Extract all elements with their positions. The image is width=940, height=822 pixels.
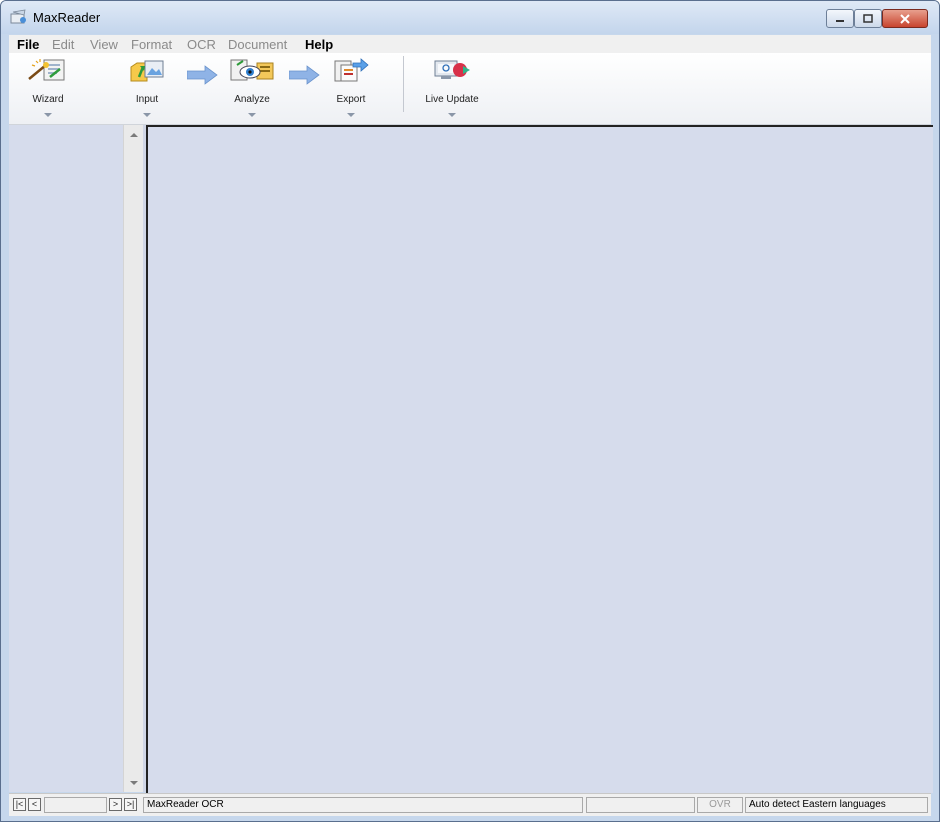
app-window: MaxReader File Edit View Format OCR Docu… xyxy=(0,0,940,822)
wizard-icon xyxy=(28,59,65,81)
title-bar[interactable]: MaxReader xyxy=(1,1,939,34)
last-page-button[interactable]: >| xyxy=(124,798,137,811)
next-page-button[interactable]: > xyxy=(109,798,122,811)
first-page-icon: |< xyxy=(15,799,24,809)
wizard-label: Wizard xyxy=(32,94,64,105)
analyze-button[interactable]: Analyze xyxy=(224,57,280,117)
analyze-icon xyxy=(230,59,274,81)
next-page-icon: > xyxy=(112,799,119,809)
menu-document[interactable]: Document xyxy=(228,37,287,52)
export-button[interactable]: Export xyxy=(326,57,376,117)
maximize-button[interactable] xyxy=(854,9,882,28)
status-message: MaxReader OCR xyxy=(143,797,583,813)
minimize-button[interactable] xyxy=(826,9,854,28)
thumbnail-pane[interactable] xyxy=(9,125,123,792)
menu-edit[interactable]: Edit xyxy=(52,37,74,52)
scroll-up-icon[interactable] xyxy=(130,133,138,137)
input-icon xyxy=(130,60,164,82)
export-icon xyxy=(334,58,369,82)
live-update-label: Live Update xyxy=(425,94,479,105)
flow-arrow-icon xyxy=(289,65,320,85)
analyze-dropdown-icon[interactable] xyxy=(248,113,256,117)
menu-format[interactable]: Format xyxy=(131,37,172,52)
menu-ocr[interactable]: OCR xyxy=(187,37,216,52)
overwrite-mode-indicator: OVR xyxy=(697,797,743,813)
export-dropdown-icon[interactable] xyxy=(347,113,355,117)
live-update-button[interactable]: Live Update xyxy=(420,57,484,117)
flow-arrow-icon xyxy=(187,65,218,85)
close-icon xyxy=(900,13,910,24)
last-page-icon: >| xyxy=(126,799,135,809)
menu-file[interactable]: File xyxy=(17,37,39,52)
language-status: Auto detect Eastern languages xyxy=(745,797,928,813)
document-view[interactable] xyxy=(146,125,933,793)
menu-help[interactable]: Help xyxy=(305,37,333,52)
maximize-icon xyxy=(863,14,873,23)
export-label: Export xyxy=(336,94,366,105)
input-dropdown-icon[interactable] xyxy=(143,113,151,117)
live-update-dropdown-icon[interactable] xyxy=(448,113,456,117)
maxreader-app-icon xyxy=(10,9,26,24)
toolbar-separator xyxy=(403,56,404,112)
status-blank-field xyxy=(586,797,695,813)
input-label: Input xyxy=(135,94,159,105)
input-button[interactable]: Input xyxy=(122,57,172,117)
live-update-icon xyxy=(434,60,470,79)
page-number-field[interactable] xyxy=(44,797,107,813)
status-bar: |< < > >| MaxReader OCR OVR Auto detect … xyxy=(9,793,931,816)
previous-page-icon: < xyxy=(31,799,38,809)
close-button[interactable] xyxy=(882,9,928,28)
previous-page-button[interactable]: < xyxy=(28,798,41,811)
window-title: MaxReader xyxy=(33,10,101,25)
scroll-down-icon[interactable] xyxy=(130,781,138,785)
analyze-label: Analyze xyxy=(234,94,270,105)
wizard-button[interactable]: Wizard xyxy=(23,57,73,117)
menu-view[interactable]: View xyxy=(90,37,118,52)
wizard-dropdown-icon[interactable] xyxy=(44,113,52,117)
minimize-icon xyxy=(836,19,844,22)
first-page-button[interactable]: |< xyxy=(13,798,26,811)
thumbnail-scrollbar[interactable] xyxy=(123,125,144,792)
menu-bar: File Edit View Format OCR Document Help xyxy=(9,35,931,53)
toolbar: Wizard Input Analyze Export Live Update xyxy=(9,53,931,125)
